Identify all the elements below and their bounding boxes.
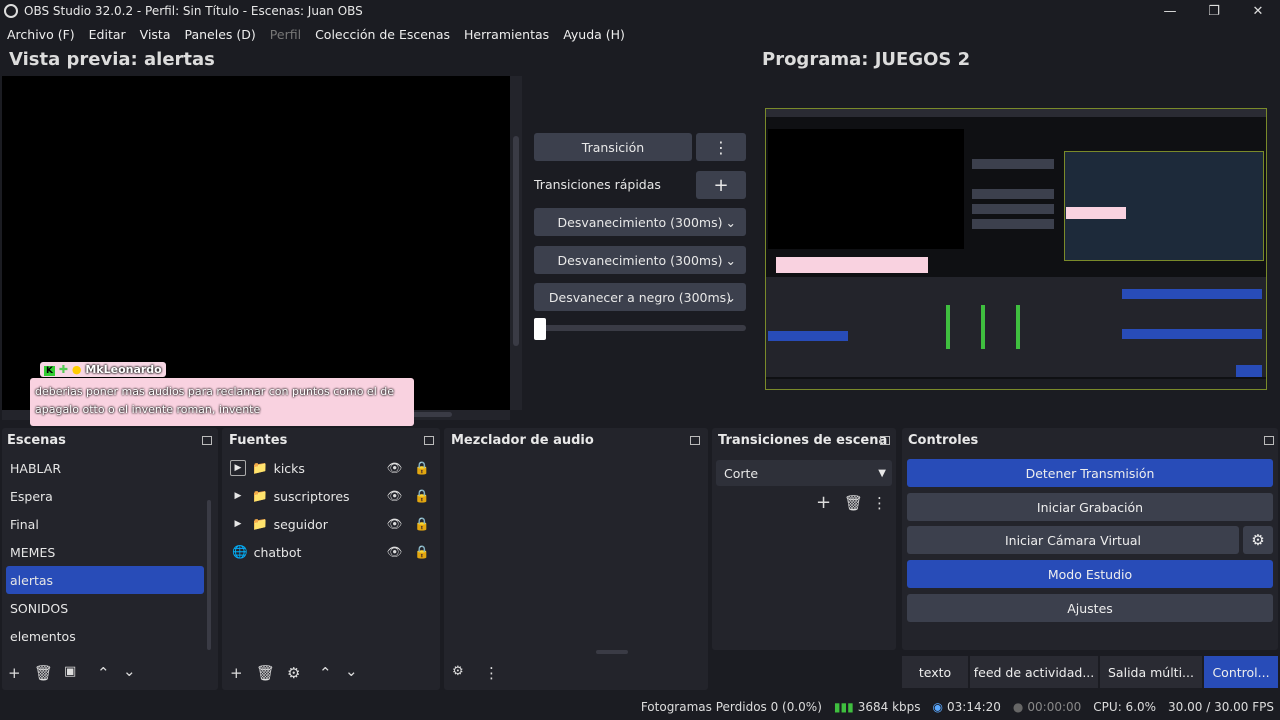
menu-scene-collection[interactable]: Colección de Escenas bbox=[308, 27, 457, 42]
sources-title: Fuentes bbox=[229, 433, 288, 448]
quick-transition-1-label: Desvanecimiento (300ms) bbox=[557, 214, 723, 230]
folder-icon: 📁 bbox=[252, 488, 268, 503]
program-title: Programa: JUEGOS 2 bbox=[762, 49, 971, 70]
mixer-title: Mezclador de audio bbox=[451, 433, 594, 448]
status-bar: Fotogramas Perdidos 0 (0.0%) ▮▮▮ 3684 kb… bbox=[0, 694, 1280, 720]
source-row[interactable]: ▶ 📁 seguidor 👁 🔒 bbox=[228, 510, 438, 538]
start-virtual-camera-button[interactable]: Iniciar Cámara Virtual bbox=[907, 526, 1239, 554]
minimize-icon[interactable]: — bbox=[1148, 0, 1192, 22]
settings-button[interactable]: Ajustes bbox=[907, 594, 1273, 622]
signal-strength-icon: ▮▮▮ bbox=[833, 700, 854, 714]
stream-time: 03:14:20 bbox=[947, 700, 1001, 714]
virtual-camera-settings-icon[interactable]: ⚙ bbox=[1243, 526, 1273, 554]
dock-float-icon[interactable] bbox=[690, 436, 700, 445]
expand-icon[interactable]: ▶ bbox=[230, 519, 246, 529]
preview-vscrollbar[interactable] bbox=[510, 76, 522, 410]
dock-float-icon[interactable] bbox=[202, 436, 212, 445]
quick-transition-2[interactable]: Desvanecimiento (300ms) ⌄ bbox=[534, 246, 746, 274]
folder-icon: 📁 bbox=[252, 460, 268, 475]
tab-multi-output[interactable]: Salida múlti... bbox=[1100, 656, 1202, 688]
streaming-icon: ◉ bbox=[932, 700, 943, 714]
transition-select-value: Corte bbox=[724, 465, 759, 481]
tab-controls[interactable]: Control... bbox=[1204, 656, 1278, 688]
remove-source-icon[interactable]: 🗑 bbox=[256, 664, 275, 682]
transition-select[interactable]: Corte ▼ bbox=[716, 460, 892, 486]
eye-icon[interactable]: 👁 bbox=[387, 488, 403, 504]
dock-float-icon[interactable] bbox=[880, 436, 890, 445]
folder-icon: 📁 bbox=[252, 516, 268, 531]
browser-icon: 🌐 bbox=[232, 544, 248, 559]
move-down-icon[interactable]: ⌄ bbox=[345, 662, 358, 680]
maximize-icon[interactable]: ❐ bbox=[1192, 0, 1236, 22]
close-icon[interactable]: ✕ bbox=[1236, 0, 1280, 22]
quick-transition-3-label: Desvanecer a negro (300ms) bbox=[548, 289, 732, 305]
quick-transition-2-label: Desvanecimiento (300ms) bbox=[557, 252, 723, 268]
menu-bar: Archivo (F) Editar Vista Paneles (D) Per… bbox=[0, 22, 1280, 46]
menu-help[interactable]: Ayuda (H) bbox=[556, 27, 632, 42]
recording-icon: ● bbox=[1012, 700, 1024, 714]
quick-transition-1[interactable]: Desvanecimiento (300ms) ⌄ bbox=[534, 208, 746, 236]
eye-icon[interactable]: 👁 bbox=[387, 516, 403, 532]
source-row[interactable]: 🌐 chatbot 👁 🔒 bbox=[228, 538, 438, 566]
controls-title: Controles bbox=[908, 433, 979, 448]
source-name: kicks bbox=[273, 460, 305, 476]
lock-icon[interactable]: 🔒 bbox=[414, 460, 430, 476]
menu-docks[interactable]: Paneles (D) bbox=[178, 27, 263, 42]
source-properties-icon[interactable]: ⚙ bbox=[287, 664, 300, 682]
bitrate: 3684 kbps bbox=[857, 700, 921, 714]
dropped-frames: Fotogramas Perdidos 0 (0.0%) bbox=[640, 700, 822, 714]
remove-transition-icon[interactable]: 🗑 bbox=[844, 494, 863, 512]
add-quick-transition-icon[interactable]: + bbox=[696, 171, 746, 199]
menu-tools[interactable]: Herramientas bbox=[457, 27, 556, 42]
add-source-icon[interactable]: + bbox=[230, 664, 243, 682]
advanced-audio-icon[interactable]: ⚙ bbox=[452, 664, 464, 679]
caret-down-icon: ▼ bbox=[878, 467, 886, 479]
move-up-icon[interactable]: ⌃ bbox=[319, 664, 332, 682]
title-bar: OBS Studio 32.0.2 - Perfil: Sin Título -… bbox=[0, 0, 1280, 22]
source-name: chatbot bbox=[253, 544, 302, 560]
lock-icon[interactable]: 🔒 bbox=[414, 516, 430, 532]
eye-icon[interactable]: 👁 bbox=[387, 544, 403, 560]
source-name: seguidor bbox=[273, 516, 328, 532]
lock-icon[interactable]: 🔒 bbox=[414, 544, 430, 560]
menu-profile[interactable]: Perfil bbox=[263, 27, 308, 42]
stop-stream-button[interactable]: Detener Transmisión bbox=[907, 459, 1273, 487]
quick-transition-3[interactable]: Desvanecer a negro (300ms) ⌄ bbox=[534, 283, 746, 311]
transition-slider-handle[interactable] bbox=[534, 318, 546, 340]
dock-float-icon[interactable] bbox=[424, 436, 434, 445]
lock-icon[interactable]: 🔒 bbox=[414, 488, 430, 504]
eye-icon[interactable]: 👁 bbox=[387, 460, 403, 476]
cpu-usage: CPU: 6.0% bbox=[1093, 700, 1157, 714]
dock-float-icon[interactable] bbox=[1264, 436, 1274, 445]
chevron-down-icon: ⌄ bbox=[725, 289, 736, 305]
source-name: suscriptores bbox=[273, 488, 350, 504]
tab-activity-feed[interactable]: feed de actividad... bbox=[970, 656, 1098, 688]
add-transition-icon[interactable]: + bbox=[816, 492, 831, 513]
tab-texto[interactable]: texto bbox=[902, 656, 968, 688]
studio-mode-button[interactable]: Modo Estudio bbox=[907, 560, 1273, 588]
chevron-down-icon: ⌄ bbox=[725, 252, 736, 268]
transition-more-icon[interactable]: ⋮ bbox=[872, 494, 887, 512]
scene-transitions-title: Transiciones de escena bbox=[718, 433, 888, 448]
source-row[interactable]: ▶ 📁 suscriptores 👁 🔒 bbox=[228, 482, 438, 510]
menu-view[interactable]: Vista bbox=[133, 27, 178, 42]
chevron-down-icon: ⌄ bbox=[725, 214, 736, 230]
program-canvas bbox=[765, 108, 1267, 390]
transition-more-icon[interactable]: ⋮ bbox=[696, 133, 746, 161]
transition-slider[interactable] bbox=[534, 325, 746, 331]
expand-icon[interactable]: ▶ bbox=[230, 460, 246, 476]
start-recording-button[interactable]: Iniciar Grabación bbox=[907, 493, 1273, 521]
transition-button[interactable]: Transición bbox=[534, 133, 692, 161]
record-time: 00:00:00 bbox=[1027, 700, 1082, 714]
fps: 30.00 / 30.00 FPS bbox=[1168, 700, 1274, 714]
mixer-more-icon[interactable]: ⋮ bbox=[484, 664, 499, 682]
quick-transitions-label: Transiciones rápidas bbox=[534, 177, 661, 192]
audio-mixer-dock bbox=[444, 428, 708, 690]
scenes-scrollbar[interactable] bbox=[207, 500, 211, 650]
mixer-scrollbar[interactable] bbox=[596, 650, 628, 654]
expand-icon[interactable]: ▶ bbox=[230, 491, 246, 501]
source-row[interactable]: ▶ 📁 kicks 👁 🔒 bbox=[228, 454, 438, 482]
